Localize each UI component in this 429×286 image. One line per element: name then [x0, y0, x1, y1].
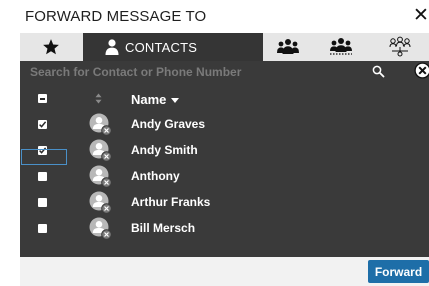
name-column-header[interactable]: Name — [131, 92, 166, 107]
sort-desc-icon — [171, 98, 179, 103]
table-row[interactable]: Bill Mersch — [20, 216, 429, 242]
tab-groups-alt[interactable] — [313, 33, 368, 61]
tab-favorites[interactable] — [20, 33, 83, 61]
contact-unavailable-avatar-icon — [89, 217, 113, 246]
row-checkbox[interactable] — [38, 120, 47, 129]
contact-name: Anthony — [131, 169, 180, 183]
star-icon — [43, 39, 59, 55]
table-row[interactable]: Arthur Franks — [20, 190, 429, 216]
group-icon — [277, 39, 299, 54]
dialog-title: FORWARD MESSAGE TO — [25, 8, 207, 25]
search-bar — [20, 61, 429, 83]
tab-contacts[interactable]: CONTACTS — [83, 33, 263, 61]
partial-select-icon — [40, 98, 45, 100]
contact-name: Andy Smith — [131, 143, 198, 157]
person-icon — [105, 39, 119, 55]
dialog-footer: Forward — [20, 257, 429, 286]
group-outline-icon — [330, 38, 352, 55]
tab-groups-hierarchy[interactable] — [368, 33, 429, 61]
table-row[interactable]: Anthony — [20, 164, 429, 190]
forward-button[interactable]: Forward — [368, 260, 429, 283]
focus-indicator — [21, 149, 67, 165]
close-icon[interactable]: ✕ — [413, 5, 429, 25]
row-checkbox[interactable] — [38, 172, 47, 181]
search-input[interactable] — [30, 64, 365, 80]
search-icon[interactable] — [372, 65, 385, 78]
group-hierarchy-icon — [389, 36, 411, 57]
title-bar: FORWARD MESSAGE TO ✕ — [20, 0, 429, 34]
contacts-panel: Name Andy Graves Andy Smith Anthony Arthur … — [20, 61, 429, 257]
contact-name: Andy Graves — [131, 117, 206, 131]
tab-contacts-label: CONTACTS — [125, 40, 198, 55]
contact-name: Bill Mersch — [131, 221, 196, 235]
table-row[interactable]: Andy Smith — [20, 138, 429, 164]
clear-search-icon[interactable] — [414, 62, 429, 79]
sort-icon[interactable] — [95, 93, 102, 104]
forward-message-dialog: FORWARD MESSAGE TO ✕ CONTACTS Search for… — [20, 0, 429, 286]
row-checkbox[interactable] — [38, 224, 47, 233]
tab-groups[interactable] — [263, 33, 313, 61]
table-row[interactable]: Andy Graves — [20, 112, 429, 138]
table-header: Name — [20, 86, 429, 112]
contact-name: Arthur Franks — [131, 195, 211, 209]
recipient-tabs: CONTACTS — [20, 33, 429, 61]
select-all-checkbox[interactable] — [38, 94, 47, 103]
row-checkbox[interactable] — [38, 198, 47, 207]
